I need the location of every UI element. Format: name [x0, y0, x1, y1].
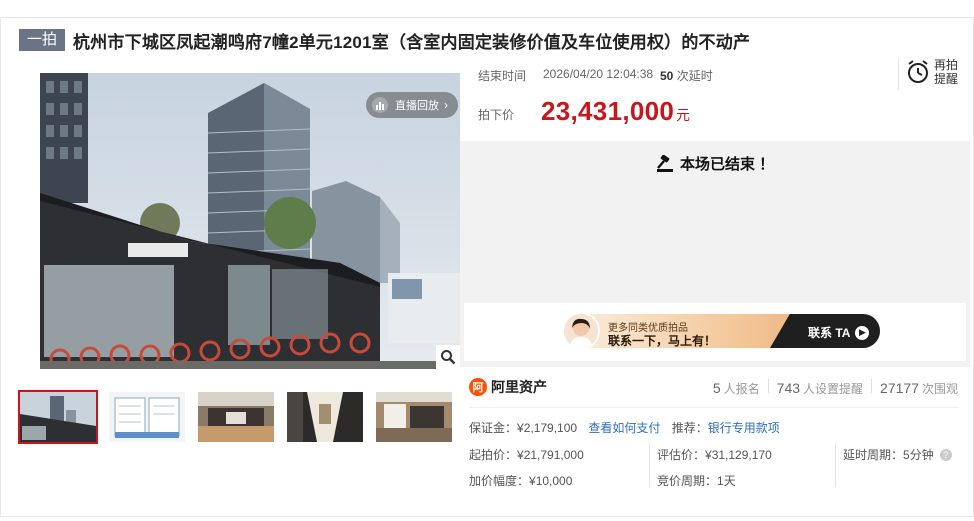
column-divider	[649, 443, 650, 487]
agent-avatar-image	[564, 314, 598, 348]
auction-round-badge: 一拍	[19, 29, 66, 51]
zoom-button[interactable]	[436, 345, 460, 369]
thumbnail-floorplan[interactable]	[107, 390, 187, 444]
deposit-value: ¥2,179,100	[517, 421, 578, 435]
play-arrow-icon: ▶	[855, 325, 870, 340]
delay-row: 延时周期： 5分钟 ?	[843, 446, 952, 463]
increment-label: 加价幅度：	[469, 474, 530, 488]
thumbnail-building-image	[20, 392, 96, 442]
promo-headline: 联系一下，马上有！	[608, 334, 717, 348]
extension-count-label: 次延时	[676, 69, 713, 83]
thumbnail-kitchen-image	[198, 392, 274, 442]
remind-line-2: 提醒	[934, 72, 959, 86]
increment-row: 加价幅度：¥10,000	[469, 472, 572, 489]
help-icon[interactable]: ?	[939, 448, 952, 461]
bar-chart-icon	[372, 97, 388, 113]
start-price-label: 起拍价：	[469, 448, 518, 462]
thumbnail-corridor[interactable]	[285, 390, 365, 444]
deposit-row: 保证金：¥2,179,100 查看如何支付 推荐：银行专用款项	[469, 419, 780, 436]
platform-name: 阿里资产	[491, 379, 547, 395]
auction-stats: 5 人报名 743 人设置提醒 27177 次围观	[713, 379, 958, 397]
stats-divider	[871, 379, 873, 393]
title-row: 一拍 杭州市下城区凤起潮鸣府7幢2单元1201室（含室内固定装修价值及车位使用权…	[19, 28, 750, 52]
auction-info-panel	[460, 55, 970, 141]
re-auction-remind-button[interactable]: 再拍 提醒	[906, 58, 960, 86]
appraise-value: ¥31,129,170	[705, 448, 772, 462]
agent-avatar	[562, 312, 600, 350]
extension-count: 50 次延时	[660, 67, 713, 84]
live-replay-button[interactable]: 直播回放 ›	[366, 92, 458, 118]
end-time-label: 结束时间	[478, 69, 527, 83]
final-price-unit: 元	[676, 107, 690, 123]
appraise-row: 评估价：¥31,129,170	[657, 446, 772, 463]
contact-ta-label: 联系 TA	[808, 326, 851, 340]
remind-divider	[898, 58, 899, 90]
magnifier-icon	[441, 350, 456, 365]
chevron-right-icon: ›	[444, 98, 448, 112]
bid-cycle-row: 竞价周期：1天	[657, 472, 736, 489]
live-replay-label: 直播回放	[395, 100, 439, 112]
alarm-clock-icon	[908, 60, 928, 83]
auction-ended-message: 本场已结束 ！	[656, 153, 774, 174]
remind-line-1: 再拍	[934, 58, 959, 72]
stats-divider	[767, 379, 769, 393]
column-divider	[835, 443, 836, 487]
delay-label: 延时周期：	[843, 448, 904, 462]
end-time-value: 2026/04/20 12:04:38	[543, 67, 654, 81]
ali-asset-logo-icon: 阿	[469, 378, 487, 396]
increment-value: ¥10,000	[529, 474, 573, 488]
final-price-label: 拍下价	[478, 108, 515, 122]
contact-ta-button[interactable]: 联系 TA ▶	[808, 324, 870, 341]
deposit-label: 保证金：	[469, 421, 518, 435]
start-price-row: 起拍价：¥21,791,000	[469, 446, 584, 463]
view-label: 次围观	[921, 382, 958, 396]
appraise-label: 评估价：	[657, 448, 706, 462]
how-to-pay-link[interactable]: 查看如何支付	[588, 421, 660, 435]
bid-cycle-label: 竞价周期：	[657, 474, 718, 488]
stats-divider-line	[469, 407, 959, 408]
platform-brand[interactable]: 阿 阿里资产	[469, 377, 547, 397]
recommend-label: 推荐：	[671, 421, 708, 435]
extension-count-number: 50	[660, 69, 674, 83]
thumbnail-room-image	[376, 392, 452, 442]
remind-text: 再拍 提醒	[934, 58, 960, 86]
thumbnail-floorplan-image	[109, 392, 185, 442]
thumbnail-room[interactable]	[374, 390, 454, 444]
thumbnail-kitchen[interactable]	[196, 390, 276, 444]
thumbnail-building[interactable]	[18, 390, 98, 444]
gavel-icon	[657, 154, 673, 172]
signup-label: 人报名	[723, 382, 760, 396]
thumbnail-strip	[18, 390, 463, 444]
start-price-value: ¥21,791,000	[517, 448, 584, 462]
reminder-label: 人设置提醒	[803, 382, 864, 396]
listing-title: 杭州市下城区凤起潮鸣府7幢2单元1201室（含室内固定装修价值及车位使用权）的不…	[73, 32, 751, 52]
auction-ended-text: 本场已结束 ！	[680, 156, 775, 173]
bid-cycle-value: 1天	[717, 474, 736, 488]
delay-value: 5分钟	[903, 448, 934, 462]
final-price-value: 23,431,000	[541, 96, 675, 126]
signup-count: 5	[712, 380, 721, 396]
view-count: 27177	[880, 380, 919, 396]
reminder-count: 743	[776, 380, 801, 396]
bank-fund-link[interactable]: 银行专用款项	[708, 421, 780, 435]
thumbnail-corridor-image	[287, 392, 363, 442]
